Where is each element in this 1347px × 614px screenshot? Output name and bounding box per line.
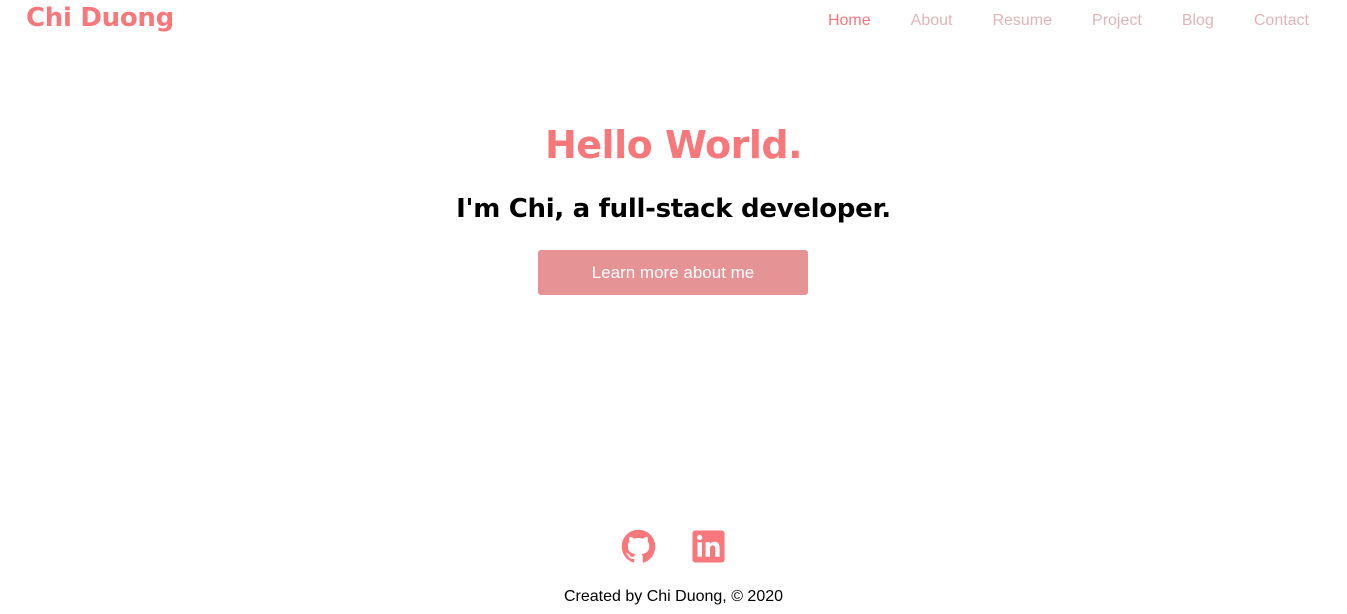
github-icon	[621, 529, 656, 563]
brand-logo[interactable]: Chi Duong	[26, 3, 174, 33]
linkedin-icon	[692, 530, 725, 563]
footer-credit: Created by Chi Duong, © 2020	[563, 588, 784, 605]
hero-title: Hello World.	[544, 123, 803, 167]
main-nav: Home About Resume Project Blog Contact	[788, 12, 1309, 30]
hero-subtitle: I'm Chi, a full-stack developer.	[456, 194, 891, 224]
nav-item-resume[interactable]: Resume	[992, 12, 1052, 30]
linkedin-link[interactable]	[691, 529, 726, 564]
nav-item-blog[interactable]: Blog	[1182, 12, 1214, 30]
nav-item-project[interactable]: Project	[1092, 12, 1142, 30]
github-link[interactable]	[621, 529, 656, 564]
social-links	[621, 529, 726, 564]
learn-more-button[interactable]: Learn more about me	[538, 250, 808, 295]
nav-item-contact[interactable]: Contact	[1254, 12, 1309, 30]
nav-item-about[interactable]: About	[911, 12, 953, 30]
page: Chi Duong Home About Resume Project Blog…	[0, 0, 1347, 614]
nav-item-home[interactable]: Home	[828, 12, 871, 30]
